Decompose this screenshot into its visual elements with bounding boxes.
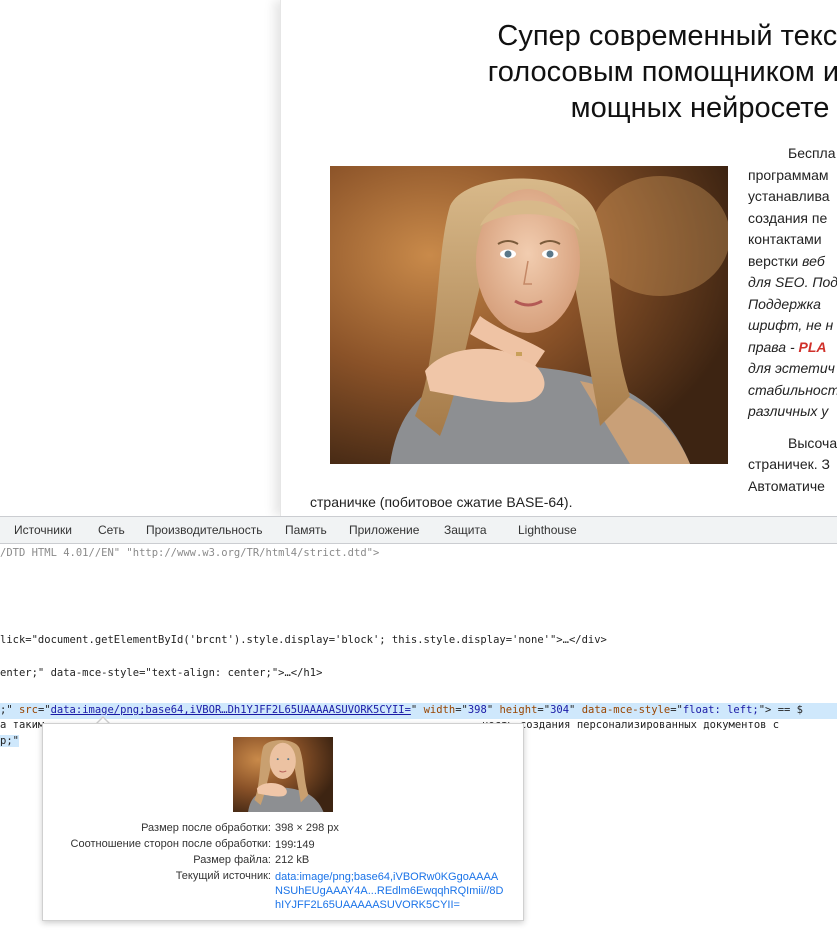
width-attr: width	[423, 704, 456, 716]
headline-line-3: мощных нейросете	[570, 92, 830, 124]
img-suffix: > == $	[765, 704, 803, 716]
devtools-tab-bar: Источники Сеть Производительность Память…	[0, 516, 837, 544]
rendered-size-label: Размер после обработки:	[141, 822, 271, 834]
tab-application[interactable]: Приложение	[349, 523, 419, 537]
text-line: верстки веб	[748, 251, 837, 273]
page-headline: Супер современный текстовы голосовым пом…	[282, 18, 837, 126]
text-line-italic: веб	[802, 252, 825, 269]
image-preview-tooltip: Размер после обработки: 398 × 298 px Соо…	[42, 723, 524, 921]
tab-security[interactable]: Защита	[444, 523, 487, 537]
text-line: для эстетич	[748, 360, 835, 376]
dom-text-right[interactable]: ность создания персонализированных докум…	[482, 719, 779, 731]
rendered-size-value: 398 × 298 px	[275, 822, 339, 834]
height-attr: height	[499, 704, 538, 716]
width-value: 398	[467, 704, 487, 716]
text-line: устанавлива	[748, 188, 830, 204]
page-viewport: Супер современный текстовы голосовым пом…	[0, 0, 837, 516]
text-line: права - PLA	[748, 337, 837, 359]
dom-small-text: p;"	[0, 735, 19, 747]
dom-small-line[interactable]: p;"	[0, 735, 19, 747]
text-line: Автоматиче	[748, 477, 825, 494]
file-size-label: Размер файла:	[193, 854, 271, 866]
text-line: шрифт, не н	[748, 317, 834, 333]
height-value: 304	[550, 704, 570, 716]
text-line: Поддержка	[748, 295, 821, 312]
dom-doctype-line[interactable]: /DTD HTML 4.01//EN" "http://www.w3.org/T…	[0, 547, 379, 559]
source-line: hIYJFF2L65UAAAAASUVORK5CYII=	[275, 899, 460, 911]
dom-text-left[interactable]: а таким	[0, 719, 44, 731]
portrait-photo	[330, 166, 728, 464]
text-line: программам	[748, 166, 829, 183]
text-line: контактами	[748, 231, 822, 247]
style-value: float: left;	[682, 704, 759, 716]
headline-line-2: голосовым помощником и подд	[487, 56, 837, 88]
text-line-red: PLA	[798, 338, 827, 355]
image-thumbnail	[233, 737, 333, 812]
dom-node-img[interactable]: ;" src="data:image/png;base64,iVBOR…Dh1Y…	[0, 704, 803, 716]
source-line: NSUhEUgAAAY4A...REdlm6EwqqhRQImii//8D	[275, 885, 504, 897]
text-line: создания пе	[748, 209, 828, 226]
text-line: Высоча	[788, 434, 837, 451]
text-line: для SEO. Под	[748, 274, 837, 290]
aspect-ratio-value: 199∶149	[275, 839, 315, 851]
text-line-part: верстки	[748, 252, 803, 269]
tab-lighthouse[interactable]: Lighthouse	[518, 523, 577, 537]
dom-node-h1[interactable]: enter;" data-mce-style="text-align: cent…	[0, 667, 322, 679]
source-line: data:image/png;base64,iVBORw0KGgoAAAA	[275, 871, 499, 883]
tab-performance[interactable]: Производительность	[146, 523, 262, 537]
img-prefix: ;"	[0, 704, 19, 716]
src-link[interactable]: data:image/png;base64,iVBOR…Dh1YJFF2L65U…	[51, 704, 411, 716]
dom-node-div[interactable]: lick="document.getElementById('brcnt').s…	[0, 634, 607, 646]
tab-sources[interactable]: Источники	[14, 523, 72, 537]
style-attr: data-mce-style	[581, 704, 671, 716]
file-size-value: 212 kB	[275, 854, 310, 866]
headline-line-1: Супер современный текстовы	[497, 20, 837, 52]
article-paragraph: Беспла программам устанавлива создания п…	[748, 143, 837, 497]
current-source-label: Текущий источник:	[175, 870, 271, 882]
text-line-part: права -	[748, 338, 799, 355]
text-line: страничек. З	[748, 456, 830, 472]
aspect-ratio-label: Соотношение сторон после обработки:	[70, 838, 271, 850]
text-line: стабильност	[748, 381, 837, 398]
tab-network[interactable]: Сеть	[98, 523, 125, 537]
tab-memory[interactable]: Память	[285, 523, 327, 537]
current-source-link[interactable]: data:image/png;base64,iVBORw0KGgoAAAA NS…	[275, 870, 503, 912]
text-line: страничке (побитовое сжатие BASE-64).	[310, 494, 573, 510]
text-line: Беспла	[788, 145, 836, 161]
text-line: различных у	[748, 403, 829, 419]
src-attr: src	[18, 704, 38, 716]
